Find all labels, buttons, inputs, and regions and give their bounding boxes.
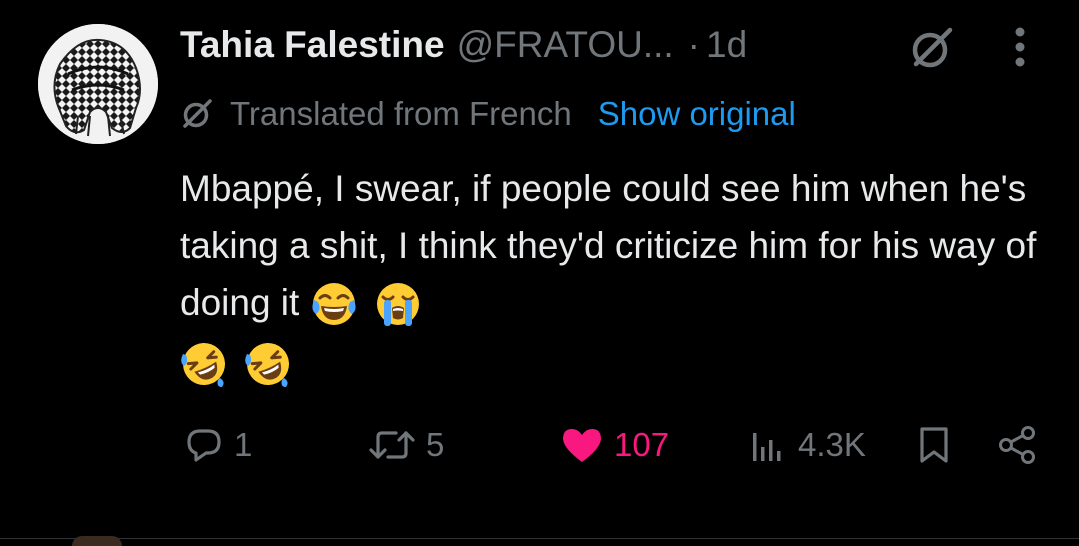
tweet-timestamp[interactable]: 1d (706, 24, 747, 66)
reply-icon (187, 429, 221, 462)
like-button[interactable]: 107 (560, 418, 669, 472)
repost-icon (369, 431, 415, 459)
views-icon (753, 433, 781, 461)
heart-icon (563, 429, 601, 462)
like-count: 107 (614, 426, 670, 463)
share-button[interactable] (996, 418, 1040, 472)
header-separator: · (687, 24, 700, 65)
reply-button[interactable]: 1 (184, 418, 252, 472)
avatar[interactable] (38, 24, 158, 144)
grok-icon (180, 97, 214, 131)
next-line-emojis (180, 336, 298, 393)
keffiyeh-avatar-image (38, 24, 158, 144)
show-original-link[interactable]: Show original (598, 95, 796, 133)
tweet-actions: 1 5 107 4.3K (0, 418, 1079, 472)
display-name[interactable]: Tahia Falestine (180, 24, 445, 66)
user-handle[interactable]: @FRATOU... (457, 24, 674, 66)
tweet-text-content: Mbappé, I swear, if people could see him… (180, 168, 1037, 323)
rolling-on-the-floor-laughing-emoji (181, 342, 225, 387)
tweet-header: Tahia Falestine @FRATOU... · 1d (180, 20, 747, 70)
share-icon (999, 426, 1035, 464)
inline-emojis (310, 277, 428, 334)
tweet-divider (0, 538, 1079, 539)
more-dots-icon[interactable] (1008, 22, 1032, 72)
rolling-on-the-floor-laughing-emoji (245, 342, 290, 387)
bookmark-icon (920, 427, 948, 463)
views-count: 4.3K (798, 426, 866, 463)
next-tweet-avatar[interactable] (72, 536, 122, 546)
tweet-text: Mbappé, I swear, if people could see him… (180, 160, 1040, 393)
loudly-crying-face-emoji (376, 282, 419, 326)
grok-icon[interactable] (908, 24, 956, 72)
translation-row: Translated from French Show original (180, 92, 796, 136)
bookmark-button[interactable] (916, 418, 952, 472)
face-with-tears-of-joy-emoji (311, 282, 356, 325)
translated-label: Translated from French (230, 95, 572, 132)
tweet[interactable]: Tahia Falestine @FRATOU... · 1d Translat… (0, 0, 1079, 546)
reply-count: 1 (234, 426, 253, 463)
repost-count: 5 (426, 426, 445, 463)
repost-button[interactable]: 5 (368, 418, 444, 472)
views-button[interactable]: 4.3K (748, 418, 866, 472)
